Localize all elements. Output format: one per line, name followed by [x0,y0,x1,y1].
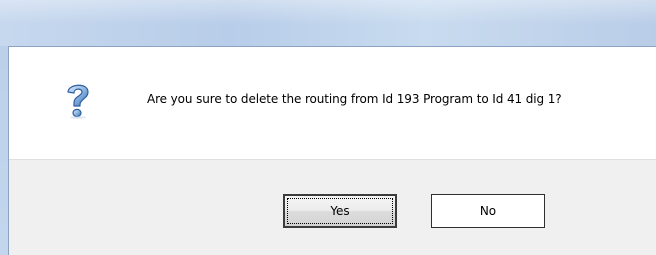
message-dialog-window: Are you sure to delete the routing from … [0,0,656,255]
content-divider [9,159,656,160]
title-bar-gloss [0,0,656,24]
dialog-message: Are you sure to delete the routing from … [147,92,562,106]
no-button-label: No [479,204,497,218]
question-icon [67,84,89,119]
no-button[interactable]: No [431,194,545,228]
yes-button-label: Yes [330,204,350,218]
dialog-content-area: Are you sure to delete the routing from … [9,47,656,159]
dialog-client-area: Are you sure to delete the routing from … [8,46,656,255]
window-left-border [0,46,8,255]
window-title-bar[interactable] [0,0,656,46]
yes-button[interactable]: Yes [283,194,397,228]
